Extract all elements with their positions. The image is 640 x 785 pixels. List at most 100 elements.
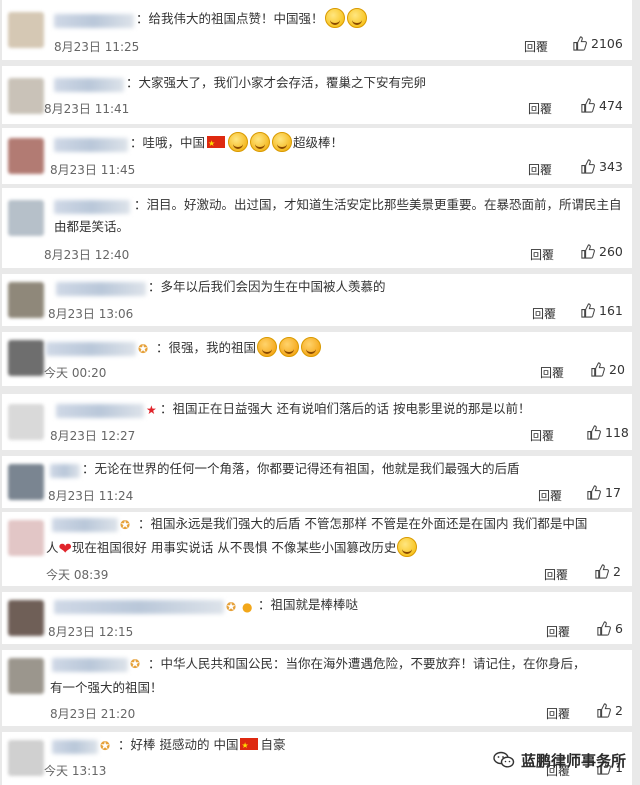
reply-button[interactable]: 回覆 [538, 487, 562, 504]
like-button[interactable]: 6 [596, 621, 623, 636]
avatar[interactable] [8, 200, 44, 236]
comment-date: 8月23日 12:40 [44, 248, 130, 262]
thumbs-up-icon [597, 621, 611, 636]
comment-text: ：很强，我的祖国 [156, 337, 322, 359]
like-button[interactable]: 2106 [572, 36, 623, 51]
like-button[interactable]: 2 [594, 564, 621, 579]
vip-badge-icon: ✪ [138, 342, 149, 356]
avatar[interactable] [8, 520, 44, 556]
thumbs-up-icon [581, 159, 595, 174]
comment-date: 8月23日 13:06 [48, 307, 134, 321]
comment-card: ：无论在世界的任何一个角落，你都要记得还有祖国，他就是我们最强大的后盾 8月23… [2, 456, 632, 508]
like-count: 2 [613, 564, 621, 579]
vip-badge-icon: ✪ [100, 739, 111, 753]
like-button[interactable]: 260 [580, 244, 623, 259]
username[interactable] [54, 78, 124, 92]
avatar[interactable] [8, 138, 44, 174]
avatar[interactable] [8, 464, 44, 500]
like-button[interactable]: 17 [586, 485, 621, 500]
comment-card: ✪ ：中华人民共和国公民：当你在海外遭遇危险，不要放弃！请记住，在你身后， 有一… [2, 650, 632, 726]
crown-badge-icon: ✪ [130, 657, 141, 671]
comment-date: 8月23日 11:24 [48, 489, 134, 503]
crying-emoji-icon [250, 132, 271, 152]
like-button[interactable]: 118 [586, 425, 629, 440]
reply-button[interactable]: 回覆 [524, 38, 548, 55]
comment-text: ：泪目。好激动。出过国，才知道生活安定比那些美景更重要。在暴恐面前，所谓民主自由… [54, 197, 622, 234]
like-button[interactable]: 161 [580, 303, 623, 318]
blushing-emoji-icon [257, 337, 278, 357]
reply-button[interactable]: 回覆 [532, 305, 556, 322]
comment-card: ✪ ● ：祖国就是棒棒哒 8月23日 12:15 回覆 6 [2, 592, 632, 644]
china-flag-icon [207, 133, 226, 155]
username[interactable] [54, 138, 128, 152]
thumbs-up-icon [597, 703, 611, 718]
comment-date: 今天 08:39 [46, 568, 109, 582]
reply-button[interactable]: 回覆 [528, 161, 552, 178]
comment-text: ：祖国正在日益强大 还有说咱们落后的话 按电影里说的那是以前！ [160, 401, 531, 416]
thumbs-up-icon [581, 244, 595, 259]
comment-card: ：泪目。好激动。出过国，才知道生活安定比那些美景更重要。在暴恐面前，所谓民主自由… [2, 188, 632, 268]
crying-emoji-icon [272, 132, 293, 152]
thumbs-up-icon [587, 425, 601, 440]
comment-card: ：多年以后我们会因为生在中国被人羡慕的 8月23日 13:06 回覆 161 [2, 274, 632, 326]
username[interactable] [52, 740, 98, 754]
reply-button[interactable]: 回覆 [546, 705, 570, 722]
like-count: 20 [609, 362, 625, 377]
vip-badge-icon: ✪ [120, 518, 131, 532]
comment-card: ★ ：祖国正在日益强大 还有说咱们落后的话 按电影里说的那是以前！ 8月23日 … [2, 394, 632, 450]
comment-card: ✪ ：很强，我的祖国 今天 00:20 回覆 20 [2, 332, 632, 386]
avatar[interactable] [8, 658, 44, 694]
wechat-logo-icon [493, 751, 515, 768]
reply-button[interactable]: 回覆 [530, 246, 554, 263]
reply-button[interactable]: 回覆 [530, 427, 554, 444]
username[interactable] [54, 600, 224, 614]
comment-text-line2: 人❤现在祖国很好 用事实说话 从不畏惧 不像某些小国篡改历史 [46, 537, 418, 560]
vip-badge-icon: ✪ [226, 600, 237, 614]
like-count: 118 [605, 425, 629, 440]
blushing-emoji-icon [301, 337, 322, 357]
thumbs-up-icon [587, 485, 601, 500]
grin-emoji-icon [324, 8, 345, 28]
comment-text: ：中华人民共和国公民：当你在海外遭遇危险，不要放弃！请记住，在你身后， [148, 656, 586, 671]
avatar[interactable] [8, 340, 44, 376]
like-button[interactable]: 474 [580, 98, 623, 113]
thumbs-up-icon [591, 362, 605, 377]
username[interactable] [46, 342, 136, 356]
username[interactable] [50, 464, 80, 478]
comment-date: 8月23日 12:15 [48, 625, 134, 639]
like-count: 17 [605, 485, 621, 500]
comment-date: 今天 13:13 [44, 764, 107, 778]
comment-card: ：大家强大了，我们小家才会存活，覆巢之下安有完卵 8月23日 11:41 回覆 … [2, 66, 632, 124]
username[interactable] [56, 282, 146, 296]
reply-button[interactable]: 回覆 [546, 623, 570, 640]
blushing-emoji-icon [279, 337, 300, 357]
watermark-text: 蓝鹏律师事务所 [520, 751, 626, 770]
like-button[interactable]: 343 [580, 159, 623, 174]
reply-button[interactable]: 回覆 [540, 364, 564, 381]
heart-icon: ❤ [58, 539, 72, 558]
username[interactable] [52, 518, 118, 532]
reply-button[interactable]: 回覆 [544, 566, 568, 583]
avatar[interactable] [8, 404, 44, 440]
reply-button[interactable]: 回覆 [528, 100, 552, 117]
username[interactable] [56, 404, 144, 418]
comment-text-line2: 有一个强大的祖国！ [50, 680, 163, 695]
like-count: 474 [599, 98, 623, 113]
avatar[interactable] [8, 12, 44, 48]
comment-card: ✪ ：祖国永远是我们强大的后盾 不管怎那样 不管是在外面还是在国内 我们都是中国… [2, 512, 632, 586]
smile-emoji-icon [397, 537, 418, 557]
comment-date: 今天 00:20 [44, 366, 107, 380]
avatar[interactable] [8, 282, 44, 318]
avatar[interactable] [8, 78, 44, 114]
username[interactable] [54, 14, 134, 28]
username[interactable] [52, 658, 128, 672]
grin-emoji-icon [346, 8, 367, 28]
like-button[interactable]: 20 [590, 362, 625, 377]
like-count: 2106 [591, 36, 623, 51]
avatar[interactable] [8, 600, 44, 636]
comment-text: ：给我伟大的祖国点赞！中国强！ [136, 8, 368, 30]
thumbs-up-icon [581, 98, 595, 113]
comment-card: ：哇哦，中国超级棒！ 8月23日 11:45 回覆 343 [2, 128, 632, 184]
avatar[interactable] [8, 740, 44, 776]
like-button[interactable]: 2 [596, 703, 623, 718]
